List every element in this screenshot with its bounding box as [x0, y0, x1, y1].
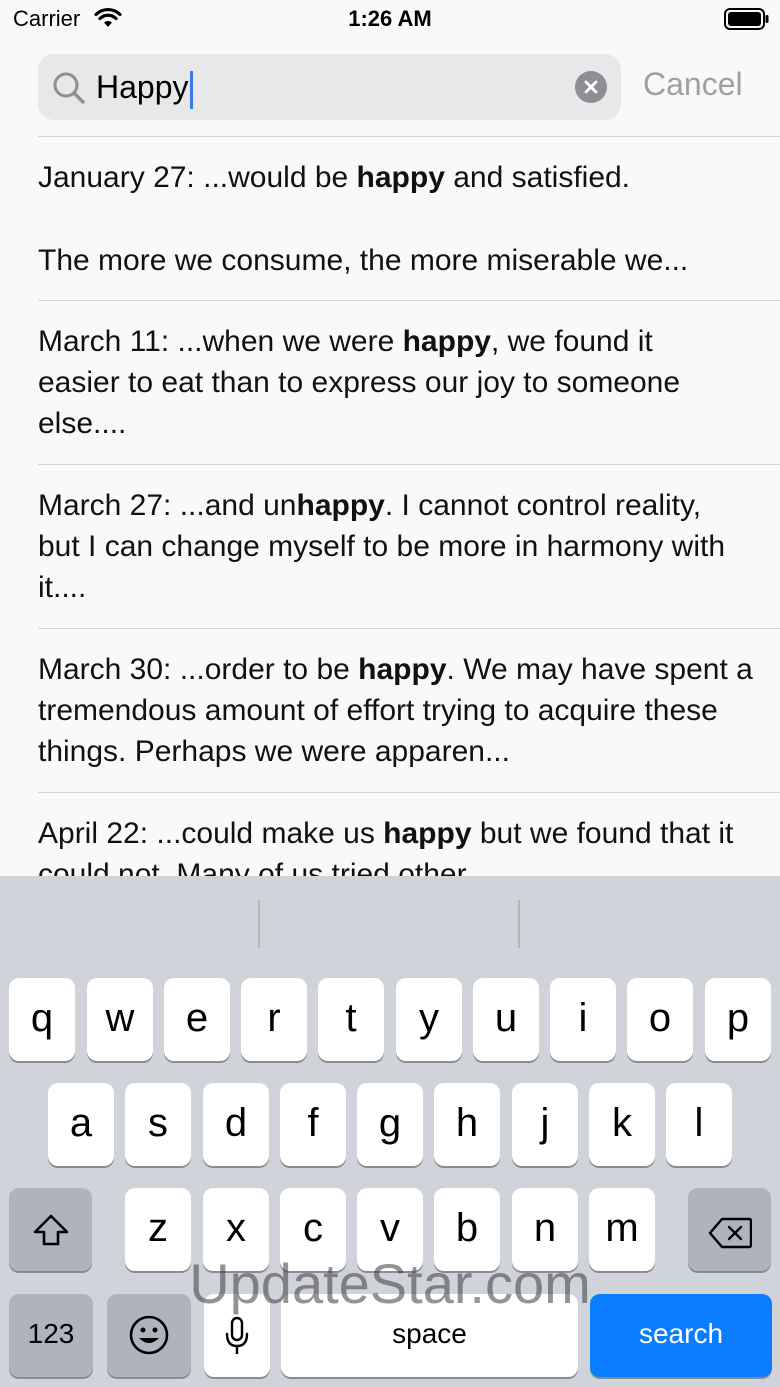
cancel-button[interactable]: Cancel [643, 66, 743, 103]
search-input[interactable]: Happy [96, 64, 556, 110]
list-item[interactable]: March 27: ...and unhappy. I cannot contr… [38, 464, 780, 608]
key-x[interactable]: x [203, 1188, 269, 1271]
key-p[interactable]: p [705, 978, 771, 1061]
emoji-key[interactable] [107, 1294, 191, 1377]
prediction-divider [258, 900, 260, 948]
key-g[interactable]: g [357, 1083, 423, 1166]
keyboard[interactable]: q w e r t y u i o p a s d f g h j k l z … [0, 876, 780, 1387]
result-snippet: January 27: ...would be happy and satisf… [38, 161, 631, 194]
numbers-key[interactable]: 123 [9, 1294, 93, 1377]
shift-icon [9, 1188, 92, 1257]
key-m[interactable]: m [589, 1188, 655, 1271]
prediction-divider [518, 900, 520, 948]
key-u[interactable]: u [473, 978, 539, 1061]
list-item[interactable]: January 27: ...would be happy and satisf… [38, 136, 780, 281]
key-l[interactable]: l [666, 1083, 732, 1166]
key-s[interactable]: s [125, 1083, 191, 1166]
result-snippet: April 22: ...could make us happy but we … [38, 817, 734, 876]
key-k[interactable]: k [589, 1083, 655, 1166]
text-caret [189, 70, 193, 109]
space-key[interactable]: space [281, 1294, 578, 1377]
delete-key[interactable] [688, 1188, 771, 1271]
key-n[interactable]: n [512, 1188, 578, 1271]
search-icon [52, 71, 86, 110]
battery-icon [724, 8, 770, 35]
search-bar[interactable]: Happy [38, 54, 621, 120]
list-item[interactable]: March 30: ...order to be happy. We may h… [38, 628, 780, 772]
key-r[interactable]: r [241, 978, 307, 1061]
key-h[interactable]: h [434, 1083, 500, 1166]
search-query: Happy [96, 69, 189, 105]
key-q[interactable]: q [9, 978, 75, 1061]
clock: 1:26 AM [348, 6, 432, 31]
key-w[interactable]: w [87, 978, 153, 1061]
emoji-icon [107, 1294, 191, 1366]
result-snippet-continuation: The more we consume, the more miserable … [38, 244, 689, 277]
search-results-list[interactable]: January 27: ...would be happy and satisf… [0, 136, 780, 876]
shift-key[interactable] [9, 1188, 92, 1271]
key-t[interactable]: t [318, 978, 384, 1061]
backspace-icon [688, 1188, 771, 1259]
key-e[interactable]: e [164, 978, 230, 1061]
key-b[interactable]: b [434, 1188, 500, 1271]
microphone-icon [204, 1294, 270, 1366]
clear-icon[interactable] [575, 71, 607, 103]
list-item[interactable]: March 11: ...when we were happy, we foun… [38, 300, 780, 444]
key-j[interactable]: j [512, 1083, 578, 1166]
result-snippet: March 27: ...and unhappy. I cannot contr… [38, 489, 726, 604]
key-c[interactable]: c [280, 1188, 346, 1271]
status-bar: Carrier 1:26 AM [0, 0, 780, 40]
key-i[interactable]: i [550, 978, 616, 1061]
key-o[interactable]: o [627, 978, 693, 1061]
key-a[interactable]: a [48, 1083, 114, 1166]
key-f[interactable]: f [280, 1083, 346, 1166]
key-d[interactable]: d [203, 1083, 269, 1166]
key-v[interactable]: v [357, 1188, 423, 1271]
list-item[interactable]: April 22: ...could make us happy but we … [38, 792, 780, 876]
dictation-key[interactable] [204, 1294, 270, 1377]
result-snippet: March 30: ...order to be happy. We may h… [38, 653, 753, 768]
search-key[interactable]: search [590, 1294, 772, 1377]
result-snippet: March 11: ...when we were happy, we foun… [38, 325, 681, 440]
key-z[interactable]: z [125, 1188, 191, 1271]
key-y[interactable]: y [396, 978, 462, 1061]
